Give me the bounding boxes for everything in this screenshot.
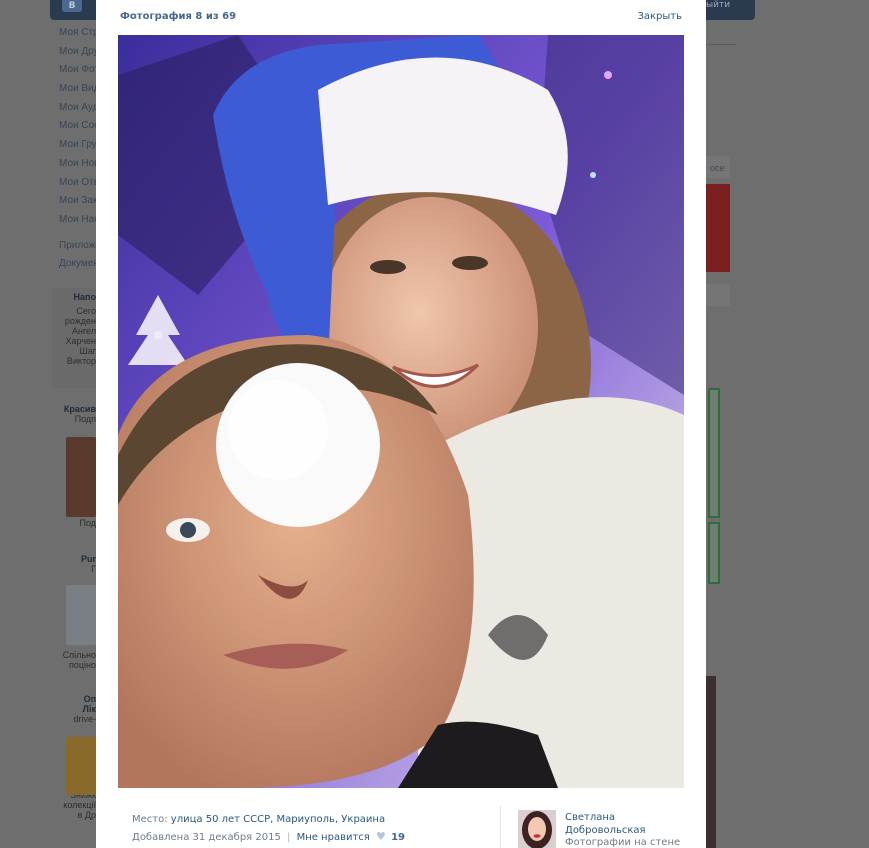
ad-subtitle: Подп — [74, 414, 96, 424]
like-label[interactable]: Мне нравится — [297, 832, 370, 843]
menu-item-my-news[interactable]: Мои Нов — [52, 155, 96, 174]
photo-counter: Фотография 8 из 69 — [120, 11, 237, 22]
right-banner[interactable] — [708, 522, 720, 584]
menu-item-apps[interactable]: Приложе — [52, 237, 96, 256]
photo-image — [118, 35, 684, 788]
ad-line: в Др — [77, 810, 96, 820]
owner-name-link[interactable]: Светлана Добровольская — [565, 811, 695, 837]
menu-item-my-videos[interactable]: Мои Вид — [52, 80, 96, 99]
right-banner[interactable] — [708, 388, 720, 518]
right-image[interactable] — [706, 676, 716, 848]
menu-item-my-audio[interactable]: Мои Ауд — [52, 99, 96, 118]
right-image[interactable] — [706, 184, 730, 272]
menu-item-my-answers[interactable]: Мои Отв — [52, 174, 96, 193]
ad-title[interactable]: Лік — [52, 704, 96, 714]
reminder-line: рожден — [64, 316, 96, 326]
like-button[interactable]: Мне нравится ♥ 19 — [297, 830, 405, 843]
menu-item-my-messages[interactable]: Мои Соо — [52, 117, 96, 136]
close-button[interactable]: Закрыть — [637, 11, 682, 22]
album-link[interactable]: Фотографии на стене — [565, 837, 680, 848]
reminder-line[interactable]: Ангел — [52, 326, 96, 336]
location-label: Место: — [132, 814, 168, 825]
photo-info: Место: улица 50 лет СССР, Мариуполь, Укр… — [132, 811, 472, 846]
ad-image[interactable] — [66, 585, 96, 645]
ad-line: Спільно — [62, 650, 96, 660]
ad-caption: Под — [79, 518, 96, 528]
menu-item-my-friends[interactable]: Мои Дру — [52, 43, 96, 62]
right-widget — [706, 284, 730, 306]
ad-subtitle: drive- — [73, 714, 96, 724]
ad-image[interactable] — [66, 737, 96, 795]
info-divider — [500, 806, 501, 848]
logout-link[interactable]: ыйти — [706, 0, 730, 10]
location-link[interactable]: улица 50 лет СССР, Мариуполь, Украина — [171, 814, 385, 825]
left-menu: Моя Стр Мои Дру Мои Фот Мои Вид Мои Ауд … — [52, 24, 96, 274]
photo-viewer: Фотография 8 из 69 Закрыть Место: улица … — [96, 0, 706, 848]
ad-line: поціно — [68, 660, 96, 670]
birthday-reminder: Напо Сего рожден Ангел Харчен Шаг Виктор — [52, 288, 96, 388]
menu-item-my-bookmarks[interactable]: Мои Зак — [52, 192, 96, 211]
ad-line: колекції — [63, 800, 96, 810]
meta-row: Добавлена 31 декабря 2015 | Мне нравится… — [132, 828, 472, 846]
reminder-line: Шаг — [79, 346, 96, 356]
menu-item-my-photos[interactable]: Мои Фот — [52, 61, 96, 80]
reminder-title: Напо — [73, 292, 96, 302]
right-widget-label[interactable]: осе — [710, 163, 725, 173]
ad-title[interactable]: Pur — [52, 554, 96, 564]
separator: | — [287, 832, 291, 843]
reminder-line: Сего — [76, 306, 96, 316]
location-row: Место: улица 50 лет СССР, Мариуполь, Укр… — [132, 811, 472, 828]
photo[interactable] — [118, 35, 684, 788]
reminder-line[interactable]: Виктор — [52, 356, 96, 366]
menu-item-my-groups[interactable]: Мои Гру — [52, 136, 96, 155]
menu-item-my-page[interactable]: Моя Стр — [52, 24, 96, 43]
ad-subtitle: Г — [91, 564, 96, 574]
menu-item-my-settings[interactable]: Мои Нас — [52, 211, 96, 230]
ad-image[interactable] — [66, 437, 96, 517]
avatar[interactable] — [518, 810, 556, 848]
vk-logo[interactable]: В — [62, 0, 82, 12]
like-count[interactable]: 19 — [391, 832, 405, 843]
avatar-image — [518, 810, 556, 848]
ad-title[interactable]: Оп — [52, 694, 96, 704]
added-date: Добавлена 31 декабря 2015 — [132, 832, 281, 843]
heart-icon[interactable]: ♥ — [376, 830, 386, 843]
ad-title[interactable]: Красив — [52, 404, 96, 414]
menu-item-documents[interactable]: Докумен — [52, 255, 96, 274]
reminder-line[interactable]: Харчен — [52, 336, 96, 346]
divider — [706, 44, 736, 45]
